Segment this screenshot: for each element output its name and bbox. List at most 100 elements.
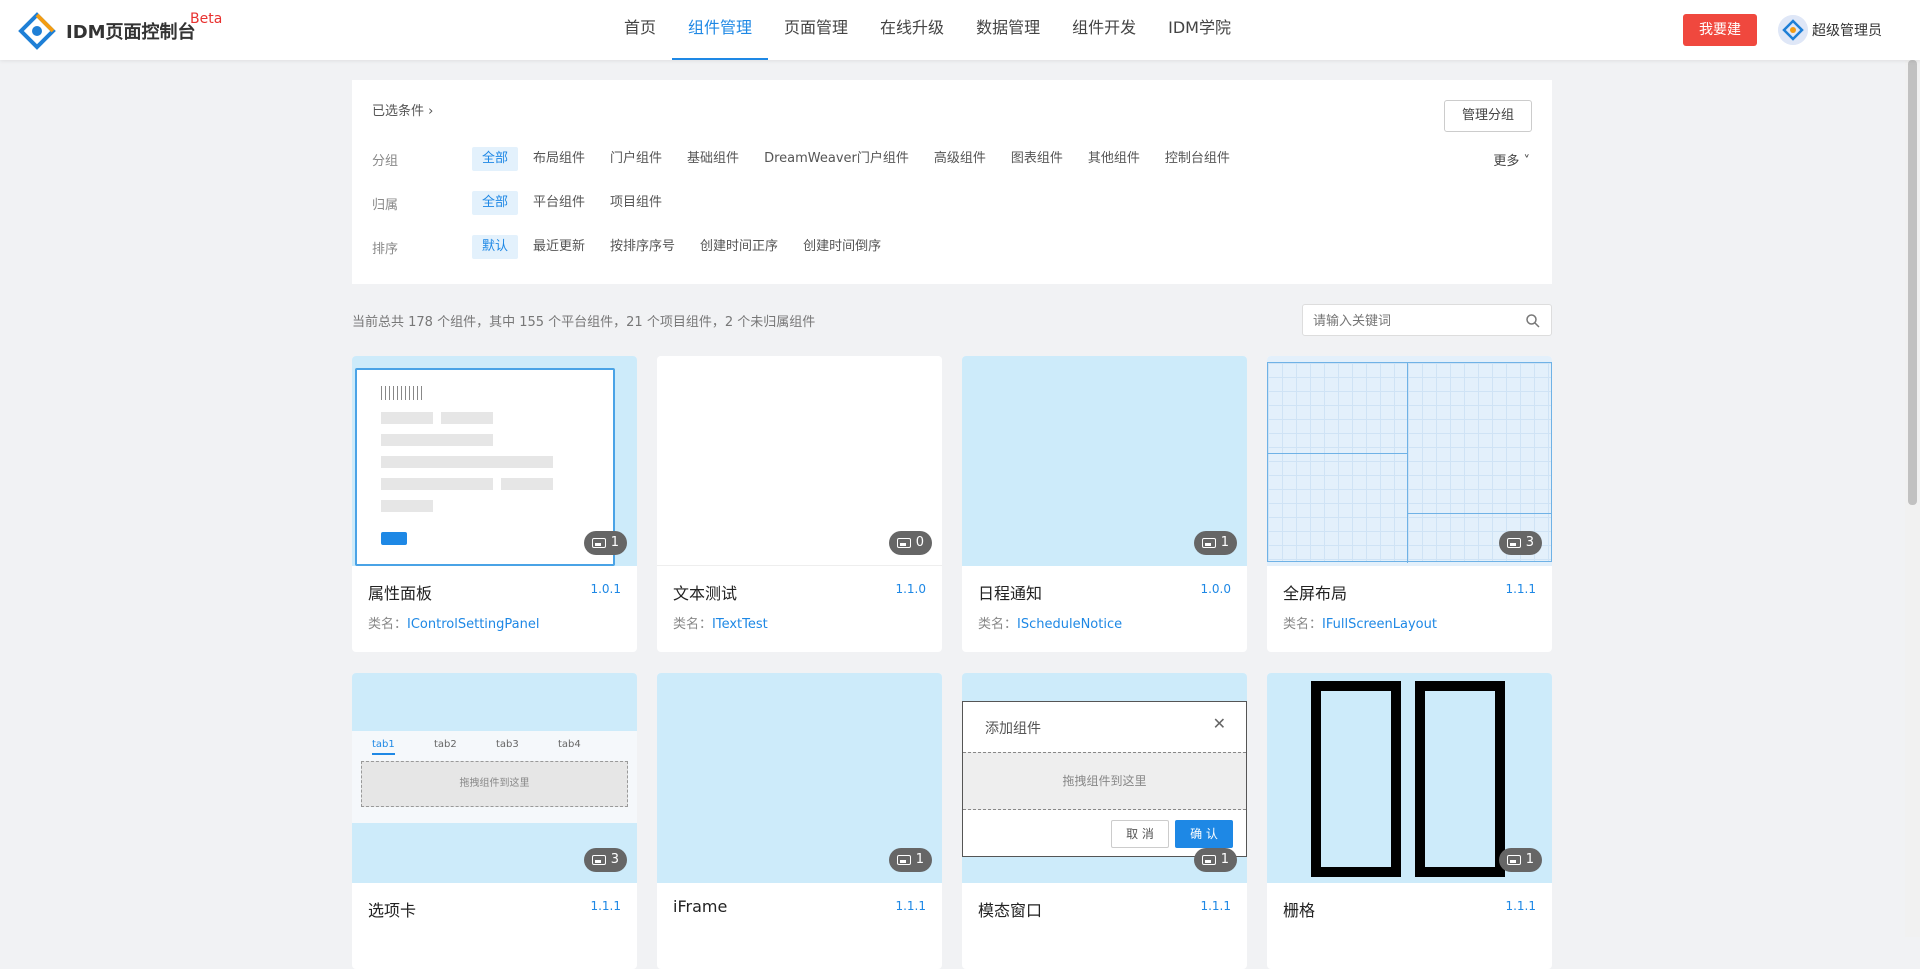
brand-title[interactable]: IDM页面控制台 (66, 18, 196, 44)
group-tag-other[interactable]: 其他组件 (1078, 147, 1150, 171)
sort-tag-created-desc[interactable]: 创建时间倒序 (793, 235, 891, 259)
card-thumbnail: tab1 tab2 tab3 tab4 拖拽组件到这里 3 (352, 673, 637, 883)
belong-filter-row: 归属 全部 平台组件 项目组件 (372, 190, 677, 216)
group-tag-all[interactable]: 全部 (472, 147, 519, 171)
tabs-preview: tab1 tab2 tab3 tab4 拖拽组件到这里 (352, 731, 637, 823)
nav-page-management[interactable]: 页面管理 (768, 0, 864, 60)
preview-tab: tab1 (372, 739, 395, 755)
card-thumbnail: 1 (962, 356, 1247, 566)
image-count-badge: 3 (583, 848, 627, 872)
card-thumbnail: 1 (657, 673, 942, 883)
component-card[interactable]: tab1 tab2 tab3 tab4 拖拽组件到这里 3 选项卡 1.1.1 (352, 673, 637, 969)
page-scrollbar[interactable] (1905, 60, 1920, 937)
component-card[interactable]: 0 文本测试 1.1.0 类名：ITextTest (657, 356, 942, 652)
nav-online-upgrade[interactable]: 在线升级 (864, 0, 960, 60)
nav-home[interactable]: 首页 (608, 0, 672, 60)
sort-label: 排序 (372, 241, 399, 257)
nav-component-management[interactable]: 组件管理 (672, 0, 769, 60)
user-name[interactable]: 超级管理员 (1812, 20, 1882, 40)
selected-conditions[interactable]: 已选条件 › (372, 100, 433, 119)
card-thumbnail: 1 (352, 356, 637, 566)
group-label: 分组 (372, 153, 399, 169)
group-tag-chart[interactable]: 图表组件 (1001, 147, 1073, 171)
filter-panel: 已选条件 › 管理分组 分组 全部 布局组件 门户组件 基础组件 DreamWe… (352, 80, 1552, 284)
group-tag-advanced[interactable]: 高级组件 (924, 147, 996, 171)
image-icon (1506, 538, 1521, 548)
idm-logo-icon[interactable] (18, 12, 56, 50)
card-version: 1.0.0 (1200, 582, 1231, 596)
group-tag-portal[interactable]: 门户组件 (600, 147, 672, 171)
card-title: 选项卡 (368, 901, 417, 920)
scrollbar-thumb[interactable] (1908, 60, 1917, 505)
nav-component-dev[interactable]: 组件开发 (1056, 0, 1152, 60)
component-card[interactable]: 3 全屏布局 1.1.1 类名：IFullScreenLayout (1267, 356, 1552, 652)
class-value: IFullScreenLayout (1322, 617, 1437, 632)
component-card[interactable]: 添加组件 ✕ 拖拽组件到这里 取 消 确 认 1 模态窗口 1.1.1 (962, 673, 1247, 969)
chevron-right-icon: › (428, 104, 434, 119)
card-version: 1.0.1 (590, 582, 621, 596)
image-count: 1 (610, 535, 619, 550)
image-icon (591, 538, 606, 548)
group-tag-layout[interactable]: 布局组件 (523, 147, 595, 171)
image-count-badge: 1 (1498, 848, 1542, 872)
create-button[interactable]: 我要建 (1683, 14, 1757, 46)
manage-group-button[interactable]: 管理分组 (1444, 100, 1532, 132)
card-version: 1.1.1 (590, 899, 621, 913)
card-class-name: 类名：IFullScreenLayout (1283, 613, 1437, 632)
card-version: 1.1.1 (1505, 582, 1536, 596)
group-filter-row: 分组 全部 布局组件 门户组件 基础组件 DreamWeaver门户组件 高级组… (372, 146, 1245, 172)
search-icon[interactable] (1525, 313, 1541, 329)
group-tag-console[interactable]: 控制台组件 (1155, 147, 1240, 171)
class-value: IControlSettingPanel (407, 617, 540, 632)
search-input[interactable] (1313, 311, 1513, 331)
sort-tag-default[interactable]: 默认 (472, 235, 519, 259)
sort-tag-created-asc[interactable]: 创建时间正序 (690, 235, 788, 259)
preview-ok-button: 确 认 (1175, 820, 1233, 848)
card-thumbnail: 添加组件 ✕ 拖拽组件到这里 取 消 确 认 1 (962, 673, 1247, 883)
card-title: 模态窗口 (978, 901, 1043, 920)
class-value: ITextTest (712, 617, 768, 632)
card-class-name: 类名：IControlSettingPanel (368, 613, 539, 632)
sort-tag-recent[interactable]: 最近更新 (523, 235, 595, 259)
image-icon (1506, 855, 1521, 865)
drop-zone: 拖拽组件到这里 (963, 752, 1246, 810)
component-card[interactable]: 1 属性面板 1.0.1 类名：IControlSettingPanel (352, 356, 637, 652)
close-icon: ✕ (1212, 714, 1226, 733)
nav-data-management[interactable]: 数据管理 (960, 0, 1056, 60)
component-card[interactable]: 1 iFrame 1.1.1 (657, 673, 942, 969)
group-tag-dreamweaver[interactable]: DreamWeaver门户组件 (754, 147, 919, 171)
drop-zone: 拖拽组件到这里 (361, 761, 628, 807)
sort-filter-row: 排序 默认 最近更新 按排序序号 创建时间正序 创建时间倒序 (372, 234, 896, 260)
belong-tag-project[interactable]: 项目组件 (600, 191, 672, 215)
group-tag-basic[interactable]: 基础组件 (677, 147, 749, 171)
card-version: 1.1.1 (895, 899, 926, 913)
card-thumbnail: 0 (657, 356, 942, 566)
image-count-badge: 1 (583, 531, 627, 555)
image-count: 1 (1220, 852, 1229, 867)
card-title: iFrame (673, 897, 728, 916)
card-version: 1.1.1 (1505, 899, 1536, 913)
image-count: 3 (1525, 535, 1534, 550)
image-count: 1 (915, 852, 924, 867)
component-card[interactable]: 1 栅格 1.1.1 (1267, 673, 1552, 969)
more-button[interactable]: 更多 ˅ (1493, 150, 1530, 169)
sort-tag-order[interactable]: 按排序序号 (600, 235, 685, 259)
grid-preview-cell (1311, 681, 1401, 877)
preview-cancel-button: 取 消 (1111, 820, 1169, 848)
search-box[interactable] (1302, 304, 1552, 336)
component-card[interactable]: 1 日程通知 1.0.0 类名：IScheduleNotice (962, 356, 1247, 652)
modal-title: 添加组件 (985, 721, 1041, 737)
preview-tab: tab3 (496, 739, 519, 750)
user-avatar-icon[interactable] (1778, 15, 1808, 45)
image-count: 1 (1525, 852, 1534, 867)
image-count-badge: 1 (1193, 848, 1237, 872)
image-count-badge: 0 (888, 531, 932, 555)
nav-idm-academy[interactable]: IDM学院 (1152, 0, 1247, 60)
image-icon (896, 855, 911, 865)
belong-tag-all[interactable]: 全部 (472, 191, 519, 215)
image-count-badge: 3 (1498, 531, 1542, 555)
beta-tag: Beta (190, 11, 223, 27)
belong-tag-platform[interactable]: 平台组件 (523, 191, 595, 215)
modal-preview: 添加组件 ✕ 拖拽组件到这里 取 消 确 认 (962, 701, 1247, 857)
main-nav: 首页 组件管理 页面管理 在线升级 数据管理 组件开发 IDM学院 (608, 0, 1247, 60)
